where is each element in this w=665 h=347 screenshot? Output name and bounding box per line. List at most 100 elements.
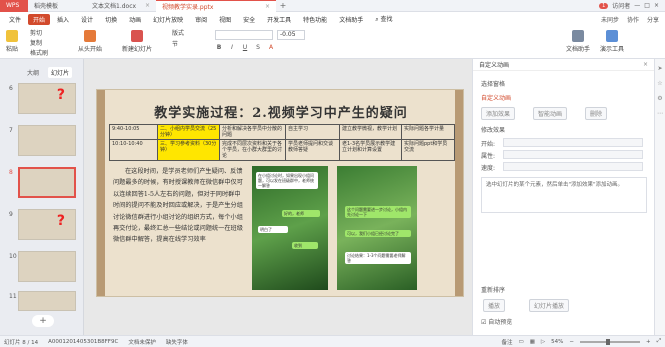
pointer-icon[interactable]: ➤ [657, 65, 662, 72]
add-slide-button[interactable]: + [32, 315, 54, 327]
protection-status[interactable]: 文档未保护 [128, 338, 156, 346]
tab-document[interactable]: 文本文档1.docx × [86, 0, 156, 12]
auto-preview-label: 自动预览 [488, 319, 513, 326]
menu-start[interactable]: 开始 [28, 13, 51, 25]
reading-view-icon[interactable]: ▷ [541, 339, 545, 345]
menu-doc-assistant[interactable]: 文档助手 [334, 14, 368, 25]
chat-screenshot-right[interactable]: 这个问题需要进一步讨论，小组内先讨论一下 可以，我们小组已经讨论完了 讨论结果：… [337, 166, 417, 290]
maximize-icon[interactable]: □ [644, 2, 650, 9]
table-cell: 9:40-10:05 [109, 124, 158, 140]
intelligent-anim-button[interactable]: 智能动画 [533, 107, 568, 120]
select-window-link[interactable]: 选择窗格 [481, 79, 505, 88]
font-size-input[interactable]: -0.05 [277, 30, 305, 40]
slide-thumbnail[interactable] [18, 167, 76, 198]
zoom-in-icon[interactable]: + [646, 339, 651, 345]
play-button[interactable]: 播放 [483, 299, 506, 312]
sync-status[interactable]: 未同步 [601, 15, 619, 24]
font-family-select[interactable] [215, 30, 273, 40]
slide-body-text[interactable]: 在这段时间，是学员老师们产生疑问、反馈问题最多的时候，有时授课教师在微信群中仅可… [113, 166, 243, 246]
zoom-slider-knob[interactable] [605, 338, 610, 345]
menu-insert[interactable]: 插入 [52, 14, 74, 25]
menu-design[interactable]: 设计 [76, 14, 98, 25]
slide-thumbnail[interactable] [18, 125, 76, 156]
menu-features[interactable]: 特色功能 [298, 14, 332, 25]
fit-icon[interactable]: ⤢ [657, 338, 661, 345]
new-slide-button[interactable]: 新建幻灯片 [122, 30, 152, 53]
cut-button[interactable]: 剪切 [30, 28, 42, 37]
auto-preview-checkbox[interactable]: ☑ 自动预览 [481, 317, 512, 326]
question-mark-icon: ? [56, 213, 65, 229]
menu-file[interactable]: 文件 [4, 14, 26, 25]
pane-tabs: 大纲 幻灯片 [0, 59, 83, 78]
doc-assistant-button[interactable]: 文档助手 [566, 30, 590, 53]
speed-select[interactable] [503, 162, 643, 171]
paste-button[interactable]: 粘贴 [6, 30, 18, 53]
add-effect-button[interactable]: 添加效果 [481, 107, 516, 120]
star-icon[interactable]: ☆ [657, 80, 662, 87]
table-cell: 10:10-10:40 [109, 139, 158, 161]
menu-search[interactable]: ⌕ 查找 [370, 13, 397, 25]
font-color-button[interactable]: A [267, 44, 275, 51]
minimize-icon[interactable]: — [634, 2, 640, 9]
format-painter-button[interactable]: 格式刷 [30, 48, 48, 57]
menu-view[interactable]: 视图 [214, 14, 236, 25]
slide-thumbnail[interactable]: ? [18, 209, 76, 240]
menu-animation[interactable]: 动画 [124, 14, 146, 25]
copy-button[interactable]: 复制 [30, 38, 42, 47]
table-cell: 自主学习 [285, 124, 340, 140]
layout-button[interactable]: 版式 [172, 28, 184, 37]
notification-badge[interactable]: 1 [599, 2, 609, 9]
slide-title[interactable]: 教学实施过程：2.视频学习中产生的疑问 [97, 102, 463, 121]
share-button[interactable]: 分享 [647, 15, 659, 24]
settings-icon[interactable]: ⚙ [657, 95, 662, 102]
slide-thumbnail[interactable] [18, 251, 76, 282]
zoom-level[interactable]: 54% [551, 339, 563, 345]
user-label[interactable]: 访问者 [612, 1, 630, 10]
close-icon[interactable]: × [265, 3, 270, 10]
start-select[interactable] [503, 138, 643, 147]
more-icon[interactable]: ⋯ [657, 110, 663, 117]
slide-number: 9 [9, 211, 13, 218]
bold-button[interactable]: B [215, 44, 223, 51]
format-buttons: B I U S A [215, 44, 275, 51]
normal-view-icon[interactable]: ▭ [519, 339, 524, 345]
close-icon[interactable]: × [145, 2, 150, 9]
tab-wps-home[interactable]: WPS [0, 0, 28, 12]
collaborate-button[interactable]: 协作 [627, 15, 639, 24]
underline-button[interactable]: U [241, 44, 249, 51]
show-tool-button[interactable]: 演示工具 [600, 30, 624, 53]
strikethrough-button[interactable]: S [254, 44, 262, 51]
custom-animation-tab[interactable]: 自定义动画 [481, 93, 511, 102]
notes-toggle[interactable]: 备注 [501, 338, 512, 346]
menu-review[interactable]: 审阅 [190, 14, 212, 25]
chat-bubble: 可以，我们小组已经讨论完了 [345, 230, 411, 237]
sorter-view-icon[interactable]: ▦ [530, 339, 535, 345]
from-start-button[interactable]: 从头开始 [78, 30, 102, 53]
new-tab-button[interactable]: + [276, 1, 290, 10]
tab-outline[interactable]: 大纲 [24, 67, 42, 78]
section-button[interactable]: 节 [172, 39, 178, 48]
zoom-out-icon[interactable]: − [569, 339, 574, 345]
close-icon[interactable]: × [643, 61, 648, 68]
property-select[interactable] [503, 150, 643, 159]
slide[interactable]: 教学实施过程：2.视频学习中产生的疑问 9:40-10:05 二、小组内学员交流… [96, 89, 464, 297]
slide-thumbnail[interactable] [18, 291, 76, 311]
delete-button[interactable]: 删除 [585, 107, 608, 120]
menu-slideshow[interactable]: 幻灯片放映 [148, 14, 188, 25]
tab-slides[interactable]: 幻灯片 [48, 67, 73, 78]
italic-button[interactable]: I [228, 44, 236, 51]
slide-thumbnail[interactable]: ? [18, 83, 76, 114]
tab-templates[interactable]: 稻壳模板 [28, 0, 86, 12]
missing-font-status[interactable]: 缺失字体 [166, 338, 188, 346]
chat-bubble: 在小组讨论时，如果出现小组问题，可以发在班级群中，老师统一解答 [256, 172, 318, 189]
chat-screenshot-left[interactable]: 在小组讨论时，如果出现小组问题，可以发在班级群中，老师统一解答 好的，老师 明白… [252, 166, 328, 290]
menu-security[interactable]: 安全 [238, 14, 260, 25]
schedule-table[interactable]: 9:40-10:05 二、小组内学员交流（25分钟） 分析和解决各学员中分散的问… [109, 124, 455, 161]
menu-transition[interactable]: 切换 [100, 14, 122, 25]
slide-counter: 幻灯片 8 / 14 [4, 339, 39, 346]
menu-developer[interactable]: 开发工具 [262, 14, 296, 25]
zoom-slider[interactable] [579, 338, 640, 345]
close-window-icon[interactable]: × [654, 2, 659, 9]
tab-presentation[interactable]: 视频教学实录.pptx × [156, 0, 276, 12]
slideshow-button[interactable]: 幻灯片播放 [529, 299, 570, 312]
